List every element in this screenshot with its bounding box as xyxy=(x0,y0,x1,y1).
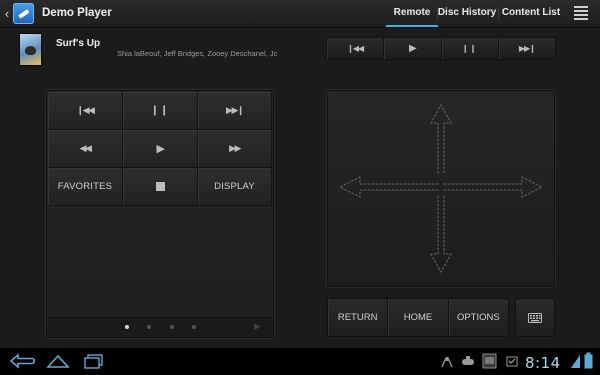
directional-touchpad[interactable] xyxy=(327,90,555,287)
app-title: Demo Player xyxy=(42,7,112,19)
rewind-icon: ◀◀ xyxy=(79,143,92,153)
stop-button[interactable] xyxy=(123,168,198,206)
previous-button[interactable]: ❙◀◀ xyxy=(327,38,385,59)
rewind-button[interactable]: ◀◀ xyxy=(48,130,123,168)
cover-art xyxy=(19,33,42,66)
next-button[interactable]: ▶▶❙ xyxy=(499,38,555,59)
page-dot[interactable] xyxy=(147,325,151,329)
favorites-button[interactable]: FAVORITES xyxy=(48,168,123,206)
battery-icon xyxy=(584,352,593,369)
play-icon: ▶ xyxy=(409,43,417,54)
tab-disc-history[interactable]: Disc History xyxy=(437,0,497,25)
pause-button[interactable]: ❙❙ xyxy=(123,92,198,130)
remote-button-grid: ❙◀◀ ❙❙ ▶▶❙ ◀◀ ▶ ▶▶ FAVORITES DISPLAY xyxy=(48,92,272,206)
system-bar xyxy=(0,348,600,375)
pause-icon: ❙❙ xyxy=(150,105,170,116)
system-clock[interactable]: 8:14 xyxy=(525,354,561,372)
system-home-icon[interactable] xyxy=(45,352,71,370)
page-dot[interactable] xyxy=(170,325,174,329)
directional-arrows-icon xyxy=(338,103,544,274)
skip-back-button[interactable]: ❙◀◀ xyxy=(48,92,123,130)
system-recent-apps-icon[interactable] xyxy=(82,352,106,370)
overflow-menu-icon[interactable] xyxy=(574,6,588,20)
pause-button[interactable]: ❙❙ xyxy=(442,38,499,59)
next-icon: ▶▶❙ xyxy=(518,44,536,53)
now-playing-title: Surf's Up xyxy=(56,38,101,49)
page-dot[interactable] xyxy=(192,325,196,329)
skip-forward-button[interactable]: ▶▶❙ xyxy=(198,92,272,130)
pause-icon: ❙❙ xyxy=(461,44,478,53)
navigation-button-bar: RETURN HOME OPTIONS xyxy=(327,298,509,337)
display-button[interactable]: DISPLAY xyxy=(198,168,272,206)
tab-remote[interactable]: Remote xyxy=(386,0,438,27)
action-bar: ‹ Demo Player Remote Disc History Conten… xyxy=(0,0,600,28)
back-chevron-icon[interactable]: ‹ xyxy=(2,6,12,21)
play-icon: ▶ xyxy=(156,143,165,155)
clipboard-check-icon[interactable] xyxy=(506,355,518,367)
skip-forward-icon: ▶▶❙ xyxy=(226,105,244,115)
keyboard-icon xyxy=(528,312,542,323)
media-app-icon[interactable] xyxy=(482,353,497,369)
return-button[interactable]: RETURN xyxy=(328,299,389,336)
wifi-signal-icon xyxy=(571,355,580,368)
page-indicator: ▶ xyxy=(48,317,272,336)
options-button[interactable]: OPTIONS xyxy=(449,299,508,336)
top-transport-bar: ❙◀◀ ▶ ❙❙ ▶▶❙ xyxy=(326,37,556,60)
fast-forward-icon: ▶▶ xyxy=(229,143,241,153)
system-back-icon[interactable] xyxy=(8,352,38,370)
usb-debug-icon[interactable] xyxy=(440,356,454,368)
remote-control-panel: ❙◀◀ ❙❙ ▶▶❙ ◀◀ ▶ ▶▶ FAVORITES DISPLAY ▶ xyxy=(46,90,274,338)
play-button[interactable]: ▶ xyxy=(123,130,198,168)
fast-forward-button[interactable]: ▶▶ xyxy=(198,130,272,168)
next-page-icon[interactable]: ▶ xyxy=(254,321,261,332)
home-button[interactable]: HOME xyxy=(388,299,449,336)
game-controller-icon[interactable] xyxy=(461,355,475,368)
now-playing-cast: Shia laBeouf, Jeff Bridges, Zooey Descha… xyxy=(117,49,278,58)
skip-back-icon: ❙◀◀ xyxy=(76,105,95,115)
previous-icon: ❙◀◀ xyxy=(347,44,364,53)
page-dot-active[interactable] xyxy=(125,325,129,329)
app-icon[interactable] xyxy=(13,3,34,24)
keyboard-button[interactable] xyxy=(515,298,555,337)
tab-content-list[interactable]: Content List xyxy=(499,0,563,25)
stop-icon xyxy=(155,182,165,191)
play-button[interactable]: ▶ xyxy=(384,38,442,59)
